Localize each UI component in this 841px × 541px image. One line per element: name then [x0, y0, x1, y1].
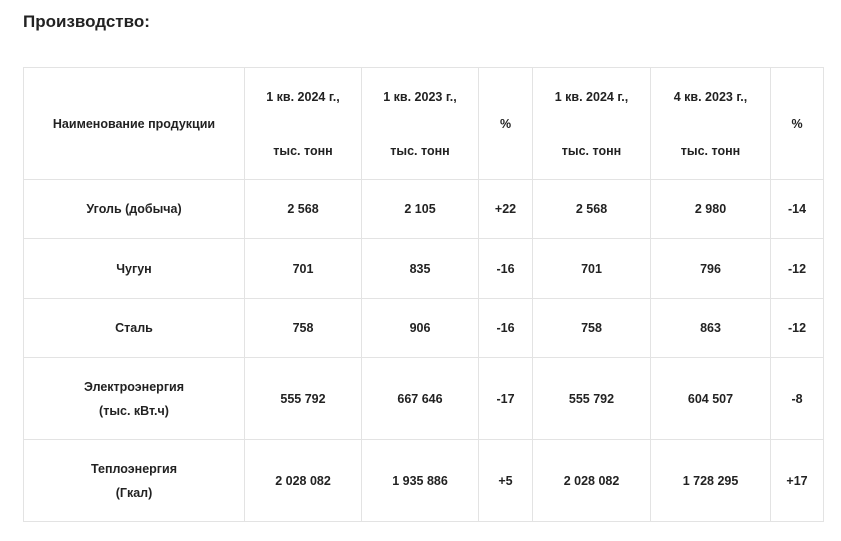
cell-q1-2024-b: 2 028 082 — [532, 439, 651, 522]
row-name: Уголь (добыча) — [23, 179, 245, 239]
cell-q1-2023: 835 — [361, 238, 479, 299]
cell-q1-2023: 2 105 — [361, 179, 479, 239]
cell-q4-2023: 2 980 — [650, 179, 771, 239]
cell-q1-2023: 667 646 — [361, 357, 479, 440]
row-name: Чугун — [23, 238, 245, 299]
header-q4-2023-unit: тыс. тонн — [680, 143, 741, 158]
cell-percent-yoy: -17 — [478, 357, 533, 440]
row-name: Теплоэнергия (Гкал) — [23, 439, 245, 522]
cell-q1-2024: 758 — [244, 298, 362, 358]
cell-q4-2023: 604 507 — [650, 357, 771, 440]
table-row: Чугун 701 835 -16 701 796 -12 — [23, 238, 824, 299]
row-name-line1: Электроэнергия — [83, 379, 185, 394]
page-title: Производство: — [23, 12, 150, 31]
cell-percent-yoy: -16 — [478, 298, 533, 358]
row-name-unit: (Гкал) — [115, 485, 153, 500]
row-name: Электроэнергия (тыс. кВт.ч) — [23, 357, 245, 440]
header-q1-2024-b: 1 кв. 2024 г., тыс. тонн — [532, 67, 651, 180]
cell-q1-2023: 906 — [361, 298, 479, 358]
table-row: Уголь (добыча) 2 568 2 105 +22 2 568 2 9… — [23, 179, 824, 239]
cell-q4-2023: 1 728 295 — [650, 439, 771, 522]
cell-percent-yoy: -16 — [478, 238, 533, 299]
table-header-row: Наименование продукции 1 кв. 2024 г., ты… — [23, 67, 824, 180]
header-q1-2024-b-period: 1 кв. 2024 г., — [554, 89, 629, 104]
header-percent-yoy: % — [478, 67, 533, 180]
cell-q1-2024-b: 758 — [532, 298, 651, 358]
row-name-line1: Теплоэнергия — [91, 461, 177, 476]
cell-q1-2024-b: 701 — [532, 238, 651, 299]
cell-q1-2024-b: 2 568 — [532, 179, 651, 239]
cell-q1-2024: 2 028 082 — [244, 439, 362, 522]
cell-percent-qoq: -12 — [770, 298, 824, 358]
cell-q1-2024: 555 792 — [244, 357, 362, 440]
cell-q1-2024-b: 555 792 — [532, 357, 651, 440]
table-row: Теплоэнергия (Гкал) 2 028 082 1 935 886 … — [23, 439, 824, 522]
header-q1-2023: 1 кв. 2023 г., тыс. тонн — [361, 67, 479, 180]
cell-q4-2023: 796 — [650, 238, 771, 299]
production-table: Наименование продукции 1 кв. 2024 г., ты… — [23, 67, 824, 522]
table-row: Электроэнергия (тыс. кВт.ч) 555 792 667 … — [23, 357, 824, 440]
header-q1-2024-b-unit: тыс. тонн — [561, 143, 622, 158]
cell-q1-2024: 2 568 — [244, 179, 362, 239]
header-q4-2023: 4 кв. 2023 г., тыс. тонн — [650, 67, 771, 180]
header-q1-2024-period: 1 кв. 2024 г., — [266, 89, 340, 104]
header-product-name: Наименование продукции — [23, 67, 245, 180]
header-percent-qoq: % — [770, 67, 824, 180]
table-row: Сталь 758 906 -16 758 863 -12 — [23, 298, 824, 358]
header-q1-2024-unit: тыс. тонн — [273, 143, 333, 158]
header-q1-2023-period: 1 кв. 2023 г., — [383, 89, 457, 104]
header-q4-2023-period: 4 кв. 2023 г., — [673, 89, 748, 104]
cell-q1-2024: 701 — [244, 238, 362, 299]
cell-q4-2023: 863 — [650, 298, 771, 358]
cell-percent-qoq: -8 — [770, 357, 824, 440]
row-name-unit: (тыс. кВт.ч) — [99, 403, 169, 418]
cell-percent-yoy: +22 — [478, 179, 533, 239]
cell-percent-yoy: +5 — [478, 439, 533, 522]
row-name: Сталь — [23, 298, 245, 358]
cell-q1-2023: 1 935 886 — [361, 439, 479, 522]
cell-percent-qoq: -14 — [770, 179, 824, 239]
cell-percent-qoq: +17 — [770, 439, 824, 522]
header-q1-2024: 1 кв. 2024 г., тыс. тонн — [244, 67, 362, 180]
cell-percent-qoq: -12 — [770, 238, 824, 299]
header-q1-2023-unit: тыс. тонн — [390, 143, 450, 158]
